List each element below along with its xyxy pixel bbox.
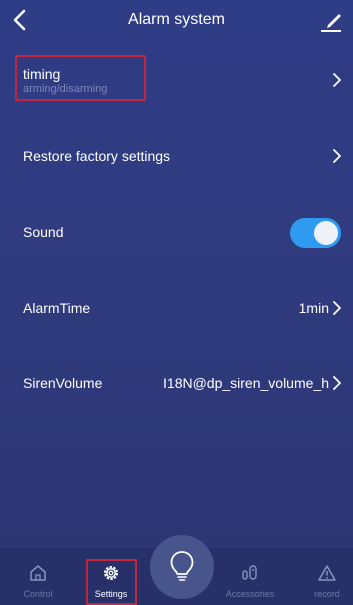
chevron-right-icon xyxy=(333,376,341,390)
timing-subtitle: arming/disarming xyxy=(23,83,108,95)
lightbulb-icon xyxy=(170,551,194,581)
chevron-right-icon xyxy=(333,149,341,163)
toggle-knob xyxy=(314,221,338,245)
siren-volume-label: SirenVolume xyxy=(23,375,103,391)
home-icon xyxy=(30,565,46,581)
alarm-time-label: AlarmTime xyxy=(23,300,91,316)
tab-accessories[interactable]: Accessories xyxy=(220,548,280,605)
accessories-icon xyxy=(242,565,257,580)
alarm-time-row[interactable]: AlarmTime 1min xyxy=(0,282,353,334)
siren-volume-row[interactable]: SirenVolume I18N@dp_siren_volume_h xyxy=(0,357,353,409)
alarm-time-value: 1min xyxy=(298,300,329,316)
tab-record[interactable]: record xyxy=(297,548,353,605)
light-button[interactable] xyxy=(150,535,214,599)
header: Alarm system xyxy=(0,0,353,42)
sound-label: Sound xyxy=(23,224,64,240)
settings-highlight xyxy=(86,559,137,605)
tab-label: Control xyxy=(23,589,53,599)
edit-icon[interactable] xyxy=(319,9,343,33)
tab-control[interactable]: Control xyxy=(8,548,68,605)
restore-factory-label: Restore factory settings xyxy=(23,148,171,164)
tab-label: record xyxy=(314,589,340,599)
page-title: Alarm system xyxy=(128,11,225,28)
sound-toggle[interactable] xyxy=(290,218,341,248)
tab-label: Accessories xyxy=(225,589,275,599)
warning-icon xyxy=(318,565,336,581)
chevron-right-icon xyxy=(333,301,341,315)
restore-factory-row[interactable]: Restore factory settings xyxy=(0,130,353,182)
siren-volume-value: I18N@dp_siren_volume_h xyxy=(163,375,329,391)
timing-title: timing xyxy=(23,66,61,82)
chevron-right-icon xyxy=(333,73,341,87)
